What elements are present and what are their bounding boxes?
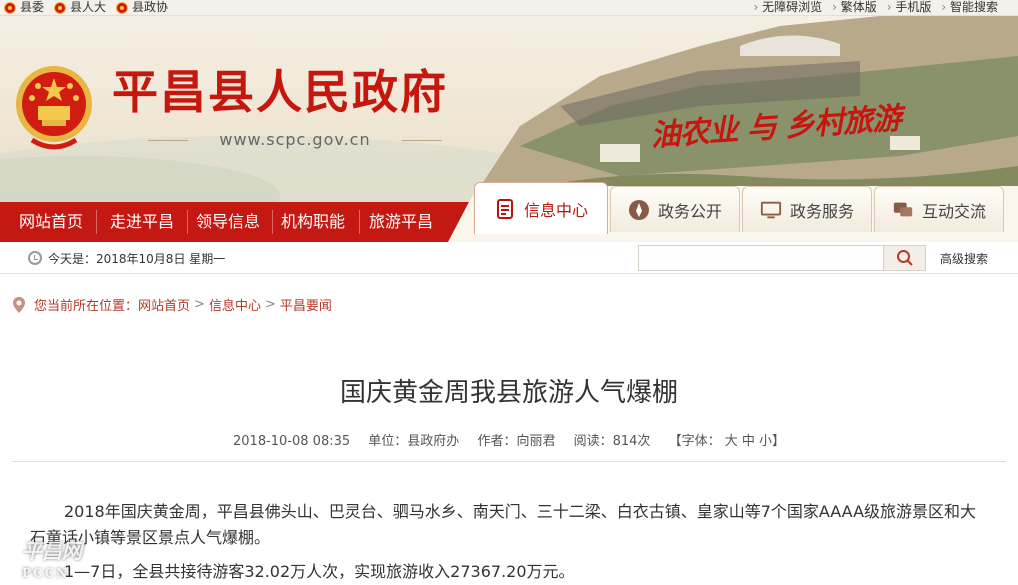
link-county-congress[interactable]: 县人大	[54, 0, 106, 15]
tab-gov-affairs[interactable]: 政务公开	[610, 186, 740, 232]
advanced-search-link[interactable]: 高级搜索	[940, 250, 988, 267]
national-emblem-logo	[16, 66, 92, 150]
site-url: www.scpc.gov.cn	[219, 130, 371, 149]
article-author: 作者：向丽君	[477, 434, 556, 449]
tab-info-center[interactable]: 信息中心	[474, 182, 608, 234]
breadcrumb-info-center[interactable]: 信息中心	[209, 295, 261, 314]
compass-icon	[628, 199, 650, 221]
nav-tourism[interactable]: 旅游平昌	[360, 202, 442, 242]
tab-gov-services[interactable]: 政务服务	[742, 186, 872, 232]
nav-divider	[96, 210, 97, 234]
article-meta: 2018-10-08 08:35 单位：县政府办 作者：向丽君 阅读：814次 …	[0, 430, 1018, 449]
date-search-row: 今天是：2018年10月8日 星期一 高级搜索	[0, 242, 1018, 274]
breadcrumb: 您当前所在位置： 网站首页 > 信息中心 > 平昌要闻	[12, 295, 332, 314]
breadcrumb-prefix: 您当前所在位置：	[34, 299, 139, 314]
link-traditional[interactable]: 繁体版	[832, 0, 877, 15]
clock-icon	[28, 251, 42, 265]
top-utility-bar: 县委 县人大 县政协 无障碍浏览 繁体版 手机版 智能搜索	[0, 0, 1018, 16]
party-emblem-icon	[4, 1, 16, 14]
link-county-cppcc[interactable]: 县政协	[116, 0, 168, 15]
today-date: 今天是：2018年10月8日 星期一	[48, 252, 226, 266]
article-paragraph: 2018年国庆黄金周，平昌县佛头山、巴灵台、驷马水乡、南天门、三十二梁、白衣古镇…	[64, 502, 977, 521]
document-icon	[494, 198, 516, 220]
chat-icon	[892, 199, 914, 221]
nav-home[interactable]: 网站首页	[10, 202, 92, 242]
breadcrumb-home[interactable]: 网站首页	[138, 295, 190, 314]
monitor-icon	[760, 199, 782, 221]
breadcrumb-separator: >	[264, 297, 276, 312]
article-datetime: 2018-10-08 08:35	[233, 434, 351, 449]
search-icon	[896, 250, 913, 266]
breadcrumb-news[interactable]: 平昌要闻	[280, 295, 332, 314]
breadcrumb-separator: >	[194, 297, 205, 312]
nav-about[interactable]: 走进平昌	[101, 202, 183, 242]
divider	[402, 140, 442, 141]
nav-agencies[interactable]: 机构职能	[272, 202, 354, 242]
divider	[12, 461, 1006, 462]
article-paragraph: 1—7日，全县共接待游客32.02万人次，实现旅游收入27367.20万元。	[64, 562, 575, 581]
article-paragraph: 石童话小镇等景区景点人气爆棚。	[30, 528, 271, 547]
search-button[interactable]	[884, 245, 926, 271]
link-smart-search[interactable]: 智能搜索	[941, 0, 998, 15]
article-views: 阅读：814次	[573, 434, 651, 449]
article-title: 国庆黄金周我县旅游人气爆棚	[339, 378, 678, 408]
location-pin-icon	[13, 296, 25, 313]
site-title: 平昌县人民政府	[112, 65, 448, 119]
search-input[interactable]	[638, 245, 884, 271]
cppcc-emblem-icon	[116, 1, 129, 14]
link-county-committee[interactable]: 县委	[4, 0, 44, 15]
national-emblem-icon	[54, 1, 67, 14]
watermark-logo: 平昌网 PCCN	[22, 539, 82, 580]
link-mobile[interactable]: 手机版	[887, 0, 931, 15]
nav-leaders[interactable]: 领导信息	[187, 202, 269, 242]
site-banner: 平昌县人民政府 www.scpc.gov.cn 油农业 与 乡村旅游	[0, 16, 1018, 202]
link-accessibility[interactable]: 无障碍浏览	[753, 0, 822, 15]
article-unit: 单位：县政府办	[368, 434, 460, 449]
font-size-switcher[interactable]: 【字体： 大 中 小】	[669, 434, 785, 449]
tab-interaction[interactable]: 互动交流	[874, 186, 1004, 232]
